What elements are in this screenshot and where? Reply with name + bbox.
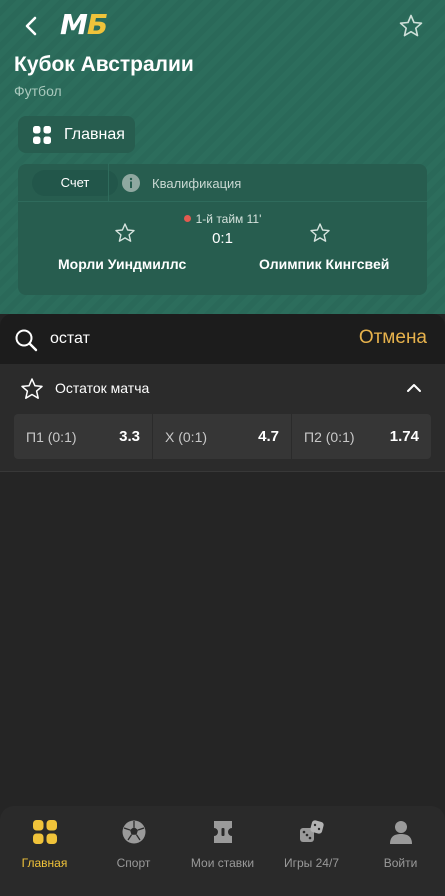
nav-label: Главная (21, 856, 68, 870)
match-header: МБ Кубок Австралии Футбол Главная Счет К… (0, 0, 445, 314)
nav-label: Игры 24/7 (284, 856, 339, 870)
bottom-nav: Главная Спорт Мои ставки Игры 24/7 Войти (0, 806, 445, 896)
odd-button-p2[interactable]: П2 (0:1) 1.74 (292, 414, 431, 459)
market-header[interactable]: Остаток матча (0, 364, 445, 412)
live-dot-icon (183, 215, 191, 222)
odd-button-x[interactable]: Х (0:1) 4.7 (153, 414, 291, 459)
top-bar: МБ (0, 0, 445, 52)
main-button-label: Главная (64, 125, 125, 143)
search-input[interactable] (50, 326, 330, 352)
away-team-name[interactable]: Олимпик Кингсвей (259, 256, 389, 272)
nav-item-games[interactable]: Игры 24/7 (267, 806, 356, 896)
tab-qualification-label: Квалификация (152, 175, 242, 191)
chevron-up-icon[interactable] (405, 379, 423, 397)
ticket-icon (214, 821, 232, 843)
search-bar: Отмена (0, 314, 445, 364)
nav-item-home[interactable]: Главная (0, 806, 89, 896)
odd-button-p1[interactable]: П1 (0:1) 3.3 (14, 414, 152, 459)
market-name: Остаток матча (55, 380, 150, 396)
live-status: 1-й тайм 11' (18, 212, 427, 226)
home-team-star-icon[interactable] (114, 222, 136, 244)
odd-label: П2 (0:1) (304, 429, 355, 445)
tab-score[interactable]: Счет (32, 170, 118, 196)
odd-value: 4.7 (258, 428, 279, 445)
odd-label: Х (0:1) (165, 429, 208, 445)
info-icon (122, 174, 140, 192)
match-period: 1-й тайм 11' (195, 212, 262, 226)
page-title: Кубок Австралии (14, 53, 194, 76)
favorite-star-icon[interactable] (398, 13, 424, 39)
tab-qualification[interactable]: Квалификация (122, 164, 241, 202)
match-card: Счет Квалификация 1-й тайм 11' 0:1 Морли… (18, 164, 427, 295)
nav-item-my-bets[interactable]: Мои ставки (178, 806, 267, 896)
match-tabs: Счет Квалификация (18, 164, 427, 202)
cancel-button[interactable]: Отмена (359, 327, 427, 349)
grid-icon (33, 125, 51, 144)
soccer-ball-icon (122, 820, 146, 844)
odd-value: 1.74 (389, 428, 419, 445)
nav-label: Войти (383, 856, 418, 870)
tab-divider (108, 164, 109, 202)
nav-label: Спорт (116, 856, 151, 870)
market-favorite-star-icon[interactable] (20, 377, 44, 401)
dice-icon (300, 820, 324, 842)
home-team-name[interactable]: Морли Уиндмиллс (58, 256, 186, 272)
search-icon (15, 329, 38, 352)
back-arrow-icon[interactable] (18, 12, 46, 40)
main-button[interactable]: Главная (18, 116, 135, 153)
home-grid-icon (33, 820, 57, 844)
nav-label: Мои ставки (190, 856, 255, 870)
match-score: 0:1 (212, 230, 233, 247)
sport-subtitle: Футбол (14, 83, 62, 99)
logo: МБ (60, 8, 108, 41)
odd-label: П1 (0:1) (26, 429, 77, 445)
nav-item-login[interactable]: Войти (356, 806, 445, 896)
nav-item-sport[interactable]: Спорт (89, 806, 178, 896)
odds-row: П1 (0:1) 3.3 Х (0:1) 4.7 П2 (0:1) 1.74 (0, 412, 445, 472)
away-team-star-icon[interactable] (309, 222, 331, 244)
odd-value: 3.3 (119, 428, 140, 445)
user-icon (390, 821, 412, 844)
